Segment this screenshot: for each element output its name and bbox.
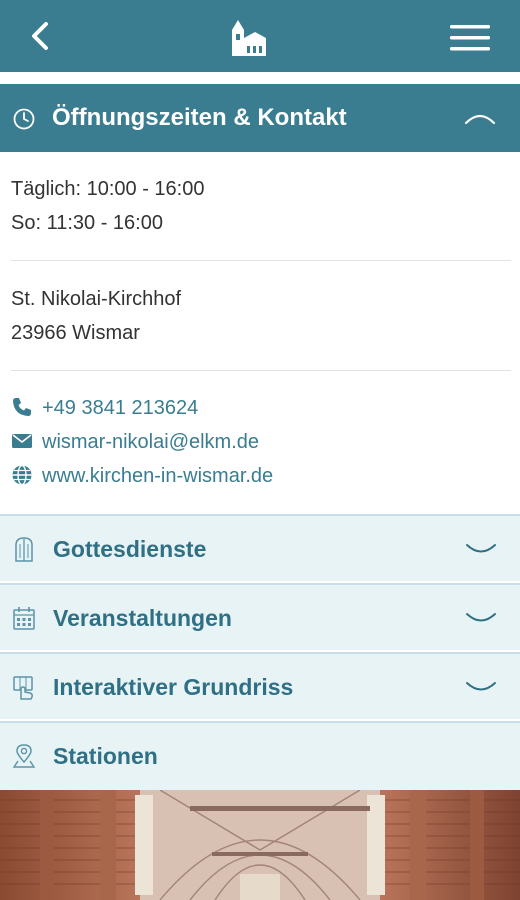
opening-hours-content: Täglich: 10:00 - 16:00 So: 11:30 - 16:00… bbox=[0, 152, 520, 514]
section-stationen[interactable]: Stationen bbox=[0, 721, 520, 790]
divider bbox=[11, 260, 511, 261]
location-pin-icon bbox=[12, 744, 36, 768]
mail-icon bbox=[12, 434, 32, 448]
divider bbox=[11, 370, 511, 371]
opening-hours-title: Öffnungszeiten & Kontakt bbox=[52, 104, 347, 131]
section-label: Interaktiver Grundriss bbox=[53, 674, 294, 700]
top-bar bbox=[0, 0, 520, 72]
hamburger-menu-icon[interactable] bbox=[448, 22, 492, 54]
church-nave-photo bbox=[0, 790, 520, 900]
section-veranstaltungen[interactable]: Veranstaltungen bbox=[0, 583, 520, 650]
opening-hours-header[interactable]: Öffnungszeiten & Kontakt bbox=[0, 84, 520, 152]
chevron-up-icon[interactable] bbox=[462, 106, 498, 130]
phone-link[interactable]: +49 3841 213624 bbox=[42, 397, 198, 420]
section-interaktiver-grundriss[interactable]: Interaktiver Grundriss bbox=[0, 652, 520, 719]
section-label: Stationen bbox=[53, 743, 158, 769]
chevron-down-icon[interactable] bbox=[464, 609, 498, 629]
section-label: Gottesdienste bbox=[53, 536, 207, 562]
phone-icon bbox=[13, 398, 31, 416]
globe-icon bbox=[12, 464, 32, 486]
back-arrow-icon[interactable] bbox=[22, 18, 58, 54]
address-city: 23966 Wismar bbox=[11, 322, 140, 344]
hours-line-sunday: So: 11:30 - 16:00 bbox=[11, 212, 163, 234]
chevron-down-icon[interactable] bbox=[464, 678, 498, 698]
hours-line-daily: Täglich: 10:00 - 16:00 bbox=[11, 178, 205, 200]
address-street: St. Nikolai-Kirchhof bbox=[11, 288, 182, 310]
clock-icon bbox=[13, 108, 35, 130]
section-label: Veranstaltungen bbox=[53, 605, 232, 631]
header-separator bbox=[0, 72, 520, 84]
church-door-icon bbox=[15, 537, 33, 562]
church-nave-image bbox=[0, 790, 520, 900]
website-link[interactable]: www.kirchen-in-wismar.de bbox=[42, 465, 273, 488]
floorplan-hand-icon bbox=[13, 676, 33, 700]
section-gottesdienste[interactable]: Gottesdienste bbox=[0, 514, 520, 581]
email-link[interactable]: wismar-nikolai@elkm.de bbox=[42, 431, 259, 454]
calendar-icon bbox=[13, 607, 35, 630]
church-icon[interactable] bbox=[229, 18, 269, 58]
chevron-down-icon[interactable] bbox=[464, 540, 498, 560]
